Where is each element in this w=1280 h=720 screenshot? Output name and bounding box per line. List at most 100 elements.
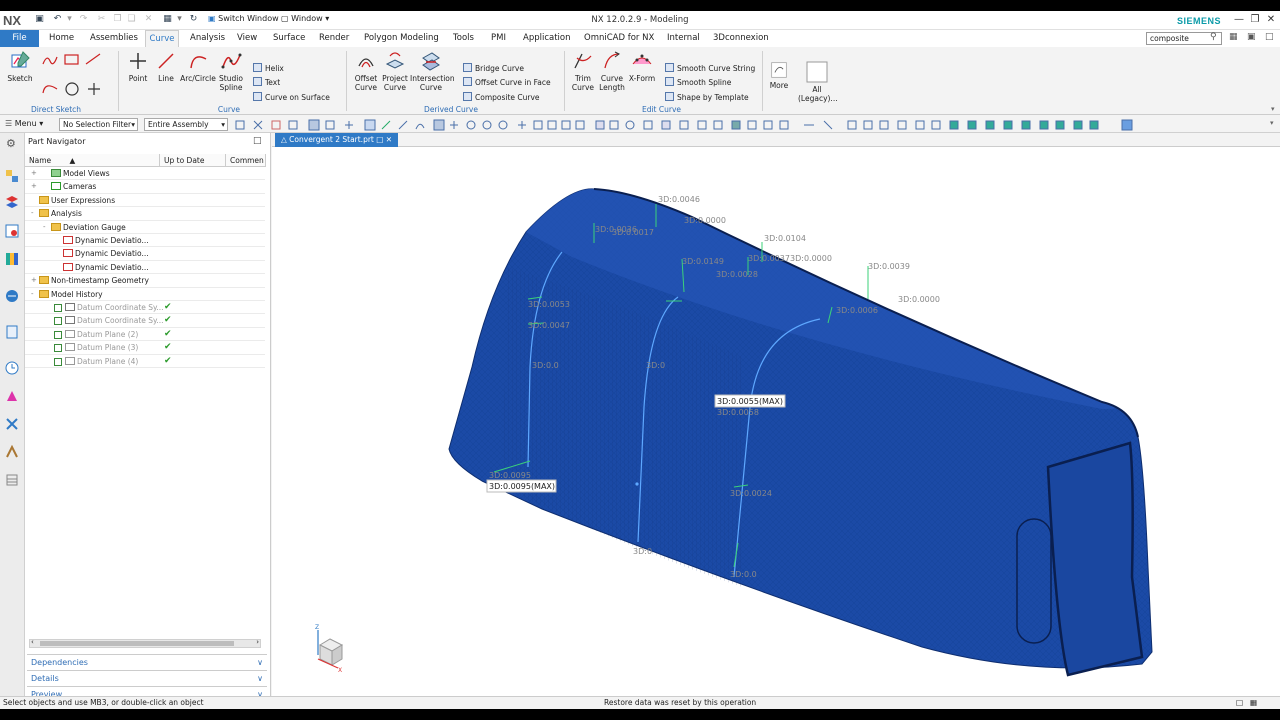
- tab-internal[interactable]: Internal: [667, 30, 700, 47]
- status-panel-icon[interactable]: ▦: [1250, 697, 1257, 709]
- studio-spline-button[interactable]: Studio Spline: [216, 50, 246, 92]
- visibility-checkbox[interactable]: [54, 330, 62, 339]
- navigator-row[interactable]: User Expressions: [25, 194, 265, 208]
- tab-omnicad[interactable]: OmniCAD for NX: [584, 30, 654, 47]
- composite-curve-button[interactable]: Composite Curve: [463, 92, 540, 102]
- selection-tools-icons[interactable]: [234, 118, 1134, 132]
- expand-toggle-icon[interactable]: -: [31, 207, 34, 220]
- smooth-spline-button[interactable]: Smooth Spline: [665, 77, 731, 87]
- navigator-row[interactable]: - Model History: [25, 288, 265, 301]
- tab-maximize-icon[interactable]: □: [376, 135, 383, 144]
- reuse-library-icon[interactable]: [5, 252, 19, 266]
- tab-pmi[interactable]: PMI: [491, 30, 506, 47]
- shape-by-template-button[interactable]: Shape by Template: [665, 92, 749, 102]
- navigator-row[interactable]: Dynamic Deviatio...: [25, 247, 265, 261]
- tab-application[interactable]: Application: [523, 30, 571, 47]
- project-curve-button[interactable]: Project Curve: [380, 50, 410, 92]
- text-button[interactable]: Text: [253, 77, 280, 87]
- line-button[interactable]: Line: [152, 50, 180, 83]
- details-panel[interactable]: Details ∨: [27, 670, 267, 685]
- tab-polygon-modeling[interactable]: Polygon Modeling: [364, 30, 439, 47]
- roles-icon[interactable]: [5, 445, 19, 459]
- tab-view[interactable]: View: [237, 30, 257, 47]
- collapse-ribbon-icon[interactable]: □: [1265, 32, 1274, 42]
- scroll-left-icon[interactable]: ‹: [31, 638, 34, 646]
- clock-icon[interactable]: [5, 361, 19, 375]
- navigator-row[interactable]: Datum Plane (2) ✔: [25, 328, 265, 342]
- assembly-navigator-icon[interactable]: [5, 169, 19, 183]
- expand-toggle-icon[interactable]: -: [43, 221, 46, 234]
- manufacturing-wizard-icon[interactable]: [5, 417, 19, 431]
- all-legacy-button[interactable]: All (Legacy)...: [798, 61, 838, 103]
- column-name[interactable]: Name ▲: [25, 154, 160, 167]
- tab-file[interactable]: File: [0, 30, 39, 47]
- part-navigator-icon[interactable]: [5, 224, 19, 238]
- ribbon-expand-icon[interactable]: ▾: [1271, 105, 1275, 113]
- navigator-row[interactable]: Dynamic Deviatio...: [25, 234, 265, 248]
- dependencies-panel[interactable]: Dependencies ∨: [27, 654, 267, 669]
- column-comment[interactable]: Commen: [226, 154, 266, 167]
- navigator-row[interactable]: Datum Coordinate Sy... ✔: [25, 301, 265, 315]
- visibility-checkbox[interactable]: [54, 344, 62, 353]
- expand-toggle-icon[interactable]: +: [31, 180, 37, 193]
- selection-filter-dropdown[interactable]: No Selection Filter ▾: [59, 118, 138, 131]
- tab-3dconnexion[interactable]: 3Dconnexion: [713, 30, 769, 47]
- tab-home[interactable]: Home: [49, 30, 74, 47]
- minimize-icon[interactable]: —: [1233, 14, 1245, 26]
- more-button[interactable]: More: [766, 61, 792, 90]
- point-button[interactable]: Point: [124, 50, 152, 83]
- navigator-row[interactable]: Datum Plane (4) ✔: [25, 355, 265, 368]
- visibility-checkbox[interactable]: [54, 357, 62, 366]
- expand-toggle-icon[interactable]: +: [31, 274, 37, 287]
- system-scenes-icon[interactable]: [5, 473, 19, 487]
- toolbar-expand-icon[interactable]: ▾: [1270, 119, 1274, 127]
- web-browser-icon[interactable]: [5, 289, 19, 303]
- scrollbar-thumb[interactable]: [40, 641, 234, 646]
- constraint-navigator-icon[interactable]: [5, 195, 19, 209]
- expand-toggle-icon[interactable]: +: [31, 167, 37, 180]
- navigator-row[interactable]: - Analysis: [25, 207, 265, 221]
- history-icon[interactable]: [5, 325, 19, 339]
- offset-in-face-button[interactable]: Offset Curve in Face: [463, 77, 551, 87]
- bridge-curve-button[interactable]: Bridge Curve: [463, 63, 524, 73]
- graphics-window[interactable]: 3D:0.0046 3D:0.0000 3D:0.0036 3D:0.0017 …: [272, 147, 1280, 696]
- status-toggle-icon[interactable]: □: [1236, 697, 1243, 709]
- offset-curve-button[interactable]: Offset Curve: [351, 50, 381, 92]
- curve-length-button[interactable]: Curve Length: [597, 50, 627, 92]
- sketch-button[interactable]: Sketch: [5, 50, 35, 83]
- tab-render[interactable]: Render: [319, 30, 349, 47]
- ribbon-options-icon[interactable]: ▦: [1229, 32, 1238, 42]
- navigator-row[interactable]: Datum Plane (3) ✔: [25, 341, 265, 355]
- scroll-right-icon[interactable]: ›: [256, 638, 259, 646]
- navigator-row[interactable]: + Model Views: [25, 167, 265, 181]
- tab-surface[interactable]: Surface: [273, 30, 305, 47]
- visibility-checkbox[interactable]: [54, 304, 62, 312]
- settings-gear-icon[interactable]: ⚙: [6, 137, 16, 150]
- intersection-curve-button[interactable]: Intersection Curve: [410, 50, 455, 92]
- close-icon[interactable]: ✕: [1265, 14, 1277, 26]
- expand-toggle-icon[interactable]: -: [31, 288, 34, 301]
- restore-icon[interactable]: ❐: [1249, 14, 1261, 26]
- navigator-row[interactable]: Dynamic Deviatio...: [25, 261, 265, 275]
- process-studio-icon[interactable]: [5, 389, 19, 403]
- tab-analysis[interactable]: Analysis: [190, 30, 225, 47]
- help-icon[interactable]: ▣: [1247, 32, 1256, 42]
- trim-curve-button[interactable]: Trim Curve: [569, 50, 597, 92]
- view-triad[interactable]: Z X: [315, 624, 344, 674]
- navigator-row[interactable]: Datum Coordinate Sy... ✔: [25, 314, 265, 328]
- helix-button[interactable]: Helix: [253, 63, 284, 73]
- x-form-button[interactable]: X-Form: [627, 50, 657, 83]
- navigator-row[interactable]: - Deviation Gauge: [25, 221, 265, 234]
- tab-close-icon[interactable]: ✕: [386, 135, 392, 144]
- model-canvas[interactable]: 3D:0.0046 3D:0.0000 3D:0.0036 3D:0.0017 …: [272, 147, 1280, 696]
- menu-button[interactable]: ☰ Menu ▾: [5, 119, 43, 128]
- tab-curve[interactable]: Curve: [145, 30, 179, 47]
- smooth-curve-string-button[interactable]: Smooth Curve String: [665, 63, 755, 73]
- curve-on-surface-button[interactable]: Curve on Surface: [253, 92, 330, 102]
- selection-scope-dropdown[interactable]: Entire Assembly ▾: [144, 118, 228, 131]
- horizontal-scrollbar[interactable]: ‹ ›: [29, 638, 261, 648]
- search-icon[interactable]: ⚲: [1210, 32, 1217, 42]
- tab-assemblies[interactable]: Assemblies: [90, 30, 138, 47]
- arc-circle-button[interactable]: Arc/Circle: [180, 50, 216, 83]
- navigator-row[interactable]: + Cameras: [25, 180, 265, 194]
